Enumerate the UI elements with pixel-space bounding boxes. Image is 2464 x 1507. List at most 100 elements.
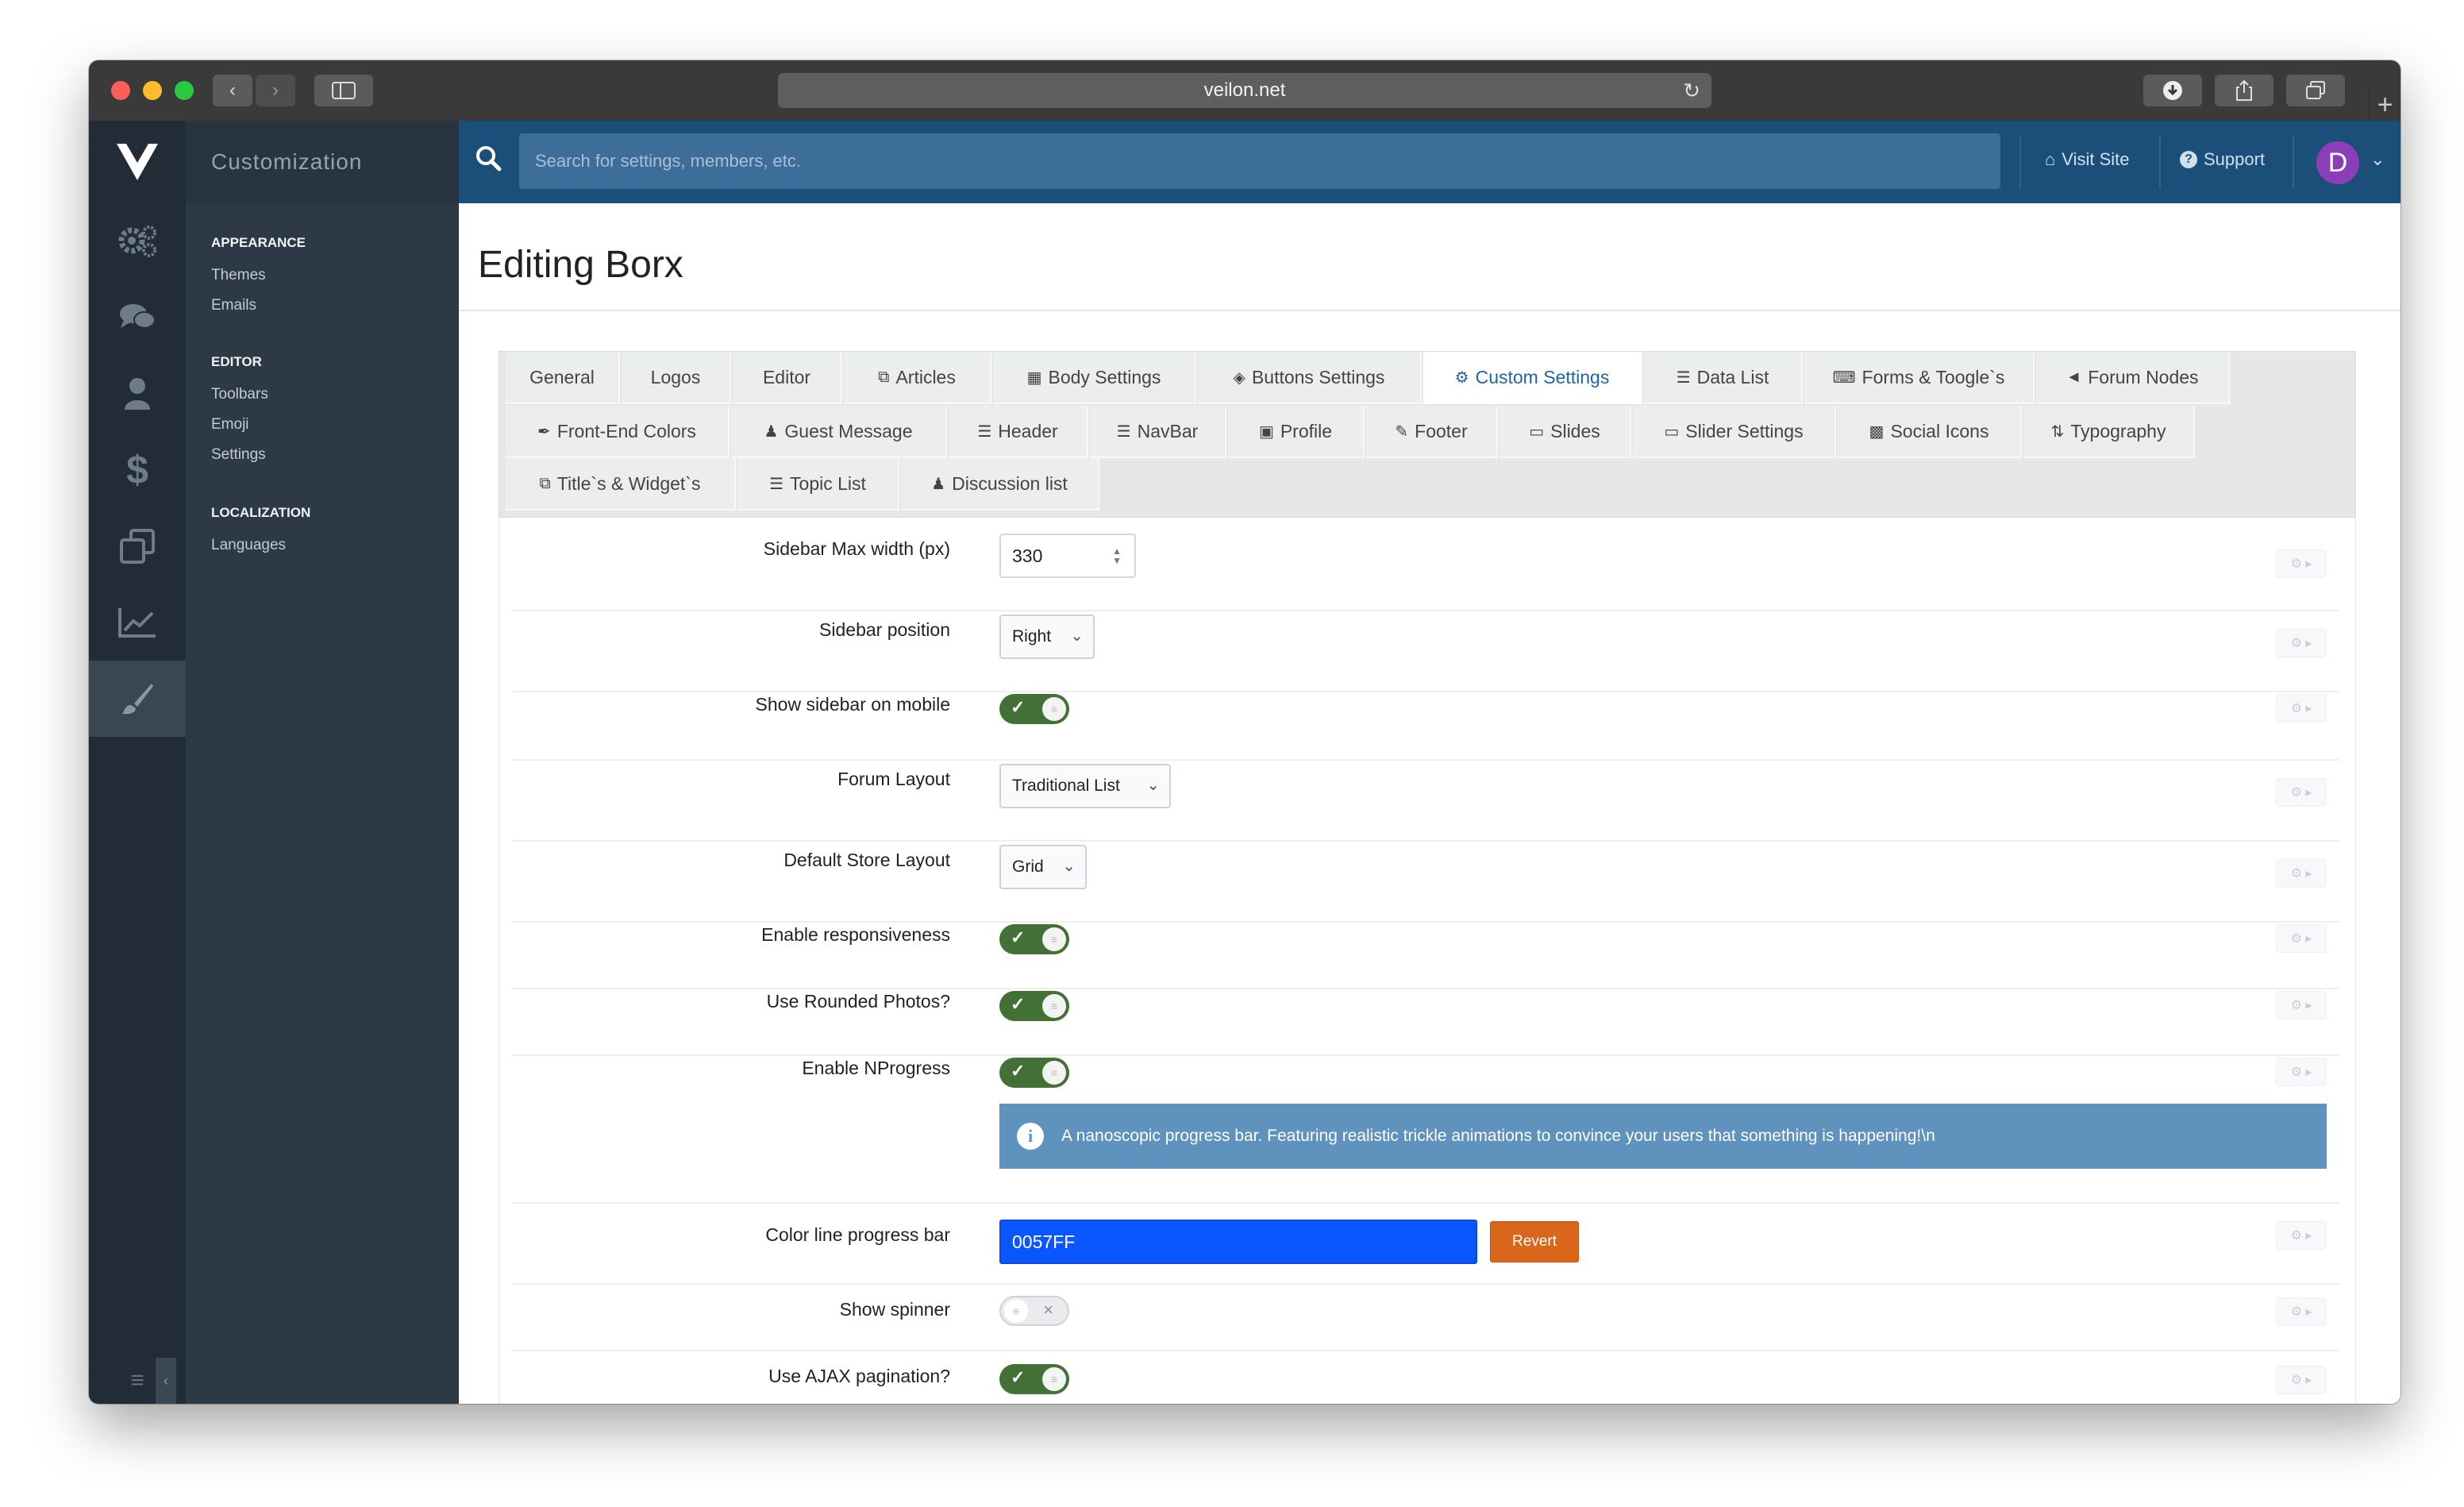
search-input[interactable]	[519, 133, 2000, 189]
responsiveness-toggle[interactable]: ✓ ≡	[999, 924, 1069, 954]
tab-logos[interactable]: Logos	[622, 352, 731, 404]
sidebar-item-settings[interactable]: Settings	[186, 446, 266, 464]
rounded-photos-label: Use Rounded Photos?	[766, 991, 950, 1012]
store-layout-select[interactable]: Grid ⌄	[999, 845, 1087, 889]
users-icon: ♟	[764, 422, 779, 441]
chevron-down-icon[interactable]: ⌄	[2370, 149, 2385, 170]
row-divider	[512, 610, 2339, 611]
cogs-icon[interactable]	[89, 203, 186, 279]
setting-options-button[interactable]: ⚙ ▸	[2276, 1297, 2327, 1326]
close-icon: ×	[1043, 1300, 1053, 1320]
ajax-pagination-toggle[interactable]: ✓ ≡	[999, 1364, 1069, 1394]
user-icon[interactable]	[89, 356, 186, 432]
tab-general[interactable]: General	[506, 352, 620, 404]
setting-options-button[interactable]: ⚙ ▸	[2276, 549, 2327, 578]
setting-options-button[interactable]: ⚙ ▸	[2276, 924, 2327, 953]
tab-buttons-settings[interactable]: ◈ Buttons Settings	[1198, 352, 1422, 404]
close-window-button[interactable]	[111, 81, 130, 100]
tab-body-settings[interactable]: ▦ Body Settings	[993, 352, 1196, 404]
tab-label: Forms & Toogle`s	[1861, 366, 2005, 387]
forum-layout-select[interactable]: Traditional List ⌄	[999, 764, 1171, 808]
reload-icon[interactable]: ↻	[1683, 79, 1700, 103]
tab-header[interactable]: ☰ Header	[949, 406, 1088, 458]
tab-social-icons[interactable]: ▩ Social Icons	[1838, 406, 2022, 458]
visit-site-link[interactable]: ⌂ Visit Site	[2045, 149, 2129, 170]
setting-options-button[interactable]: ⚙ ▸	[2276, 694, 2327, 723]
setting-options-button[interactable]: ⚙ ▸	[2276, 1058, 2327, 1086]
search-icon[interactable]	[475, 145, 510, 179]
progress-color-input[interactable]: 0057FF	[999, 1220, 1477, 1264]
sidebar-max-width-input[interactable]: 330 ▲ ▼	[999, 534, 1136, 578]
tab-slides[interactable]: ▭ Slides	[1500, 406, 1631, 458]
sidebar-item-languages[interactable]: Languages	[186, 537, 286, 554]
nprogress-toggle[interactable]: ✓ ≡	[999, 1058, 1069, 1088]
sidebar-position-value: Right	[1012, 627, 1052, 646]
tab-profile[interactable]: ▣ Profile	[1228, 406, 1365, 458]
tab-data-list[interactable]: ☰ Data List	[1644, 352, 1803, 404]
nprogress-info-box: i A nanoscopic progress bar. Featuring r…	[999, 1104, 2327, 1169]
toggle-knob: ≡	[1042, 927, 1066, 951]
tab-titles-widgets[interactable]: ⧉ Title`s & Widget`s	[506, 458, 736, 511]
line-chart-icon[interactable]	[89, 584, 186, 661]
setting-options-button[interactable]: ⚙ ▸	[2276, 1366, 2327, 1394]
setting-options-button[interactable]: ⚙ ▸	[2276, 991, 2327, 1019]
check-icon: ✓	[1011, 1367, 1026, 1387]
spinner-toggle[interactable]: ≡ ×	[999, 1296, 1069, 1326]
cubes-icon: ▦	[1026, 368, 1042, 387]
tab-forms-toggles[interactable]: ⌨ Forms & Toogle`s	[1804, 352, 2035, 404]
gear-icon: ⚙ ▸	[2290, 702, 2312, 715]
tab-discussion-list[interactable]: ♟ Discussion list	[901, 458, 1099, 511]
setting-options-button[interactable]: ⚙ ▸	[2276, 778, 2327, 807]
tab-navbar[interactable]: ☰ NavBar	[1090, 406, 1226, 458]
dollar-icon[interactable]: $	[89, 432, 186, 508]
tab-slider-settings[interactable]: ▭ Slider Settings	[1633, 406, 1836, 458]
new-tab-button[interactable]: +	[2369, 89, 2400, 121]
show-sidebar-mobile-toggle[interactable]: ✓ ≡	[999, 694, 1069, 724]
share-icon[interactable]	[2215, 75, 2273, 106]
tab-footer[interactable]: ✎ Footer	[1366, 406, 1498, 458]
sidebar-toggle-icon[interactable]	[314, 75, 373, 106]
sidebar-position-select[interactable]: Right ⌄	[999, 615, 1095, 659]
tab-editor[interactable]: Editor	[733, 352, 842, 404]
gear-icon: ⚙ ▸	[2290, 557, 2312, 571]
collapse-sidebar-icon[interactable]: ‹	[156, 1358, 176, 1404]
sidebar-item-emails[interactable]: Emails	[186, 297, 256, 314]
revert-button[interactable]: Revert	[1490, 1221, 1579, 1262]
avatar[interactable]: D	[2316, 141, 2359, 184]
tabs-overview-icon[interactable]	[2286, 75, 2345, 106]
support-link[interactable]: ? Support	[2180, 149, 2265, 170]
tab-front-end-colors[interactable]: ✒ Front-End Colors	[506, 406, 730, 458]
tab-typography[interactable]: ⇅ Typography	[2023, 406, 2195, 458]
sidebar-item-emoji[interactable]: Emoji	[186, 416, 249, 434]
check-icon: ✓	[1011, 927, 1026, 947]
tab-articles[interactable]: ⧉ Articles	[844, 352, 991, 404]
tab-label: Custom Settings	[1475, 366, 1610, 387]
row-divider	[512, 840, 2339, 842]
tab-label: NavBar	[1137, 420, 1199, 441]
row-divider	[512, 921, 2339, 923]
spinner-arrows-icon[interactable]: ▲ ▼	[1112, 546, 1122, 565]
back-arrow-icon[interactable]: ‹	[213, 75, 252, 106]
tab-forum-nodes[interactable]: ◄ Forum Nodes	[2036, 352, 2230, 404]
setting-options-button[interactable]: ⚙ ▸	[2276, 1221, 2327, 1250]
address-bar[interactable]: veilon.net ↻	[778, 73, 1711, 108]
tab-guest-message[interactable]: ♟ Guest Message	[731, 406, 947, 458]
rounded-photos-toggle[interactable]: ✓ ≡	[999, 991, 1069, 1021]
paint-brush-icon[interactable]	[89, 661, 186, 737]
bars-icon: ☰	[1116, 422, 1131, 441]
title-divider	[459, 310, 2400, 311]
setting-options-button[interactable]: ⚙ ▸	[2276, 629, 2327, 657]
gear-icon: ⚙	[1454, 368, 1469, 387]
setting-options-button[interactable]: ⚙ ▸	[2276, 859, 2327, 888]
maximize-window-button[interactable]	[175, 81, 194, 100]
downloads-icon[interactable]	[2143, 75, 2202, 106]
sidebar-item-toolbars[interactable]: Toolbars	[186, 386, 268, 403]
comments-icon[interactable]	[89, 279, 186, 356]
forward-arrow-icon[interactable]: ›	[256, 75, 295, 106]
tab-custom-settings[interactable]: ⚙ Custom Settings	[1423, 352, 1642, 404]
tab-topic-list[interactable]: ☰ Topic List	[737, 458, 899, 511]
minimize-window-button[interactable]	[143, 81, 162, 100]
brand-logo[interactable]	[89, 121, 186, 203]
clone-icon[interactable]	[89, 508, 186, 584]
sidebar-item-themes[interactable]: Themes	[186, 267, 266, 284]
